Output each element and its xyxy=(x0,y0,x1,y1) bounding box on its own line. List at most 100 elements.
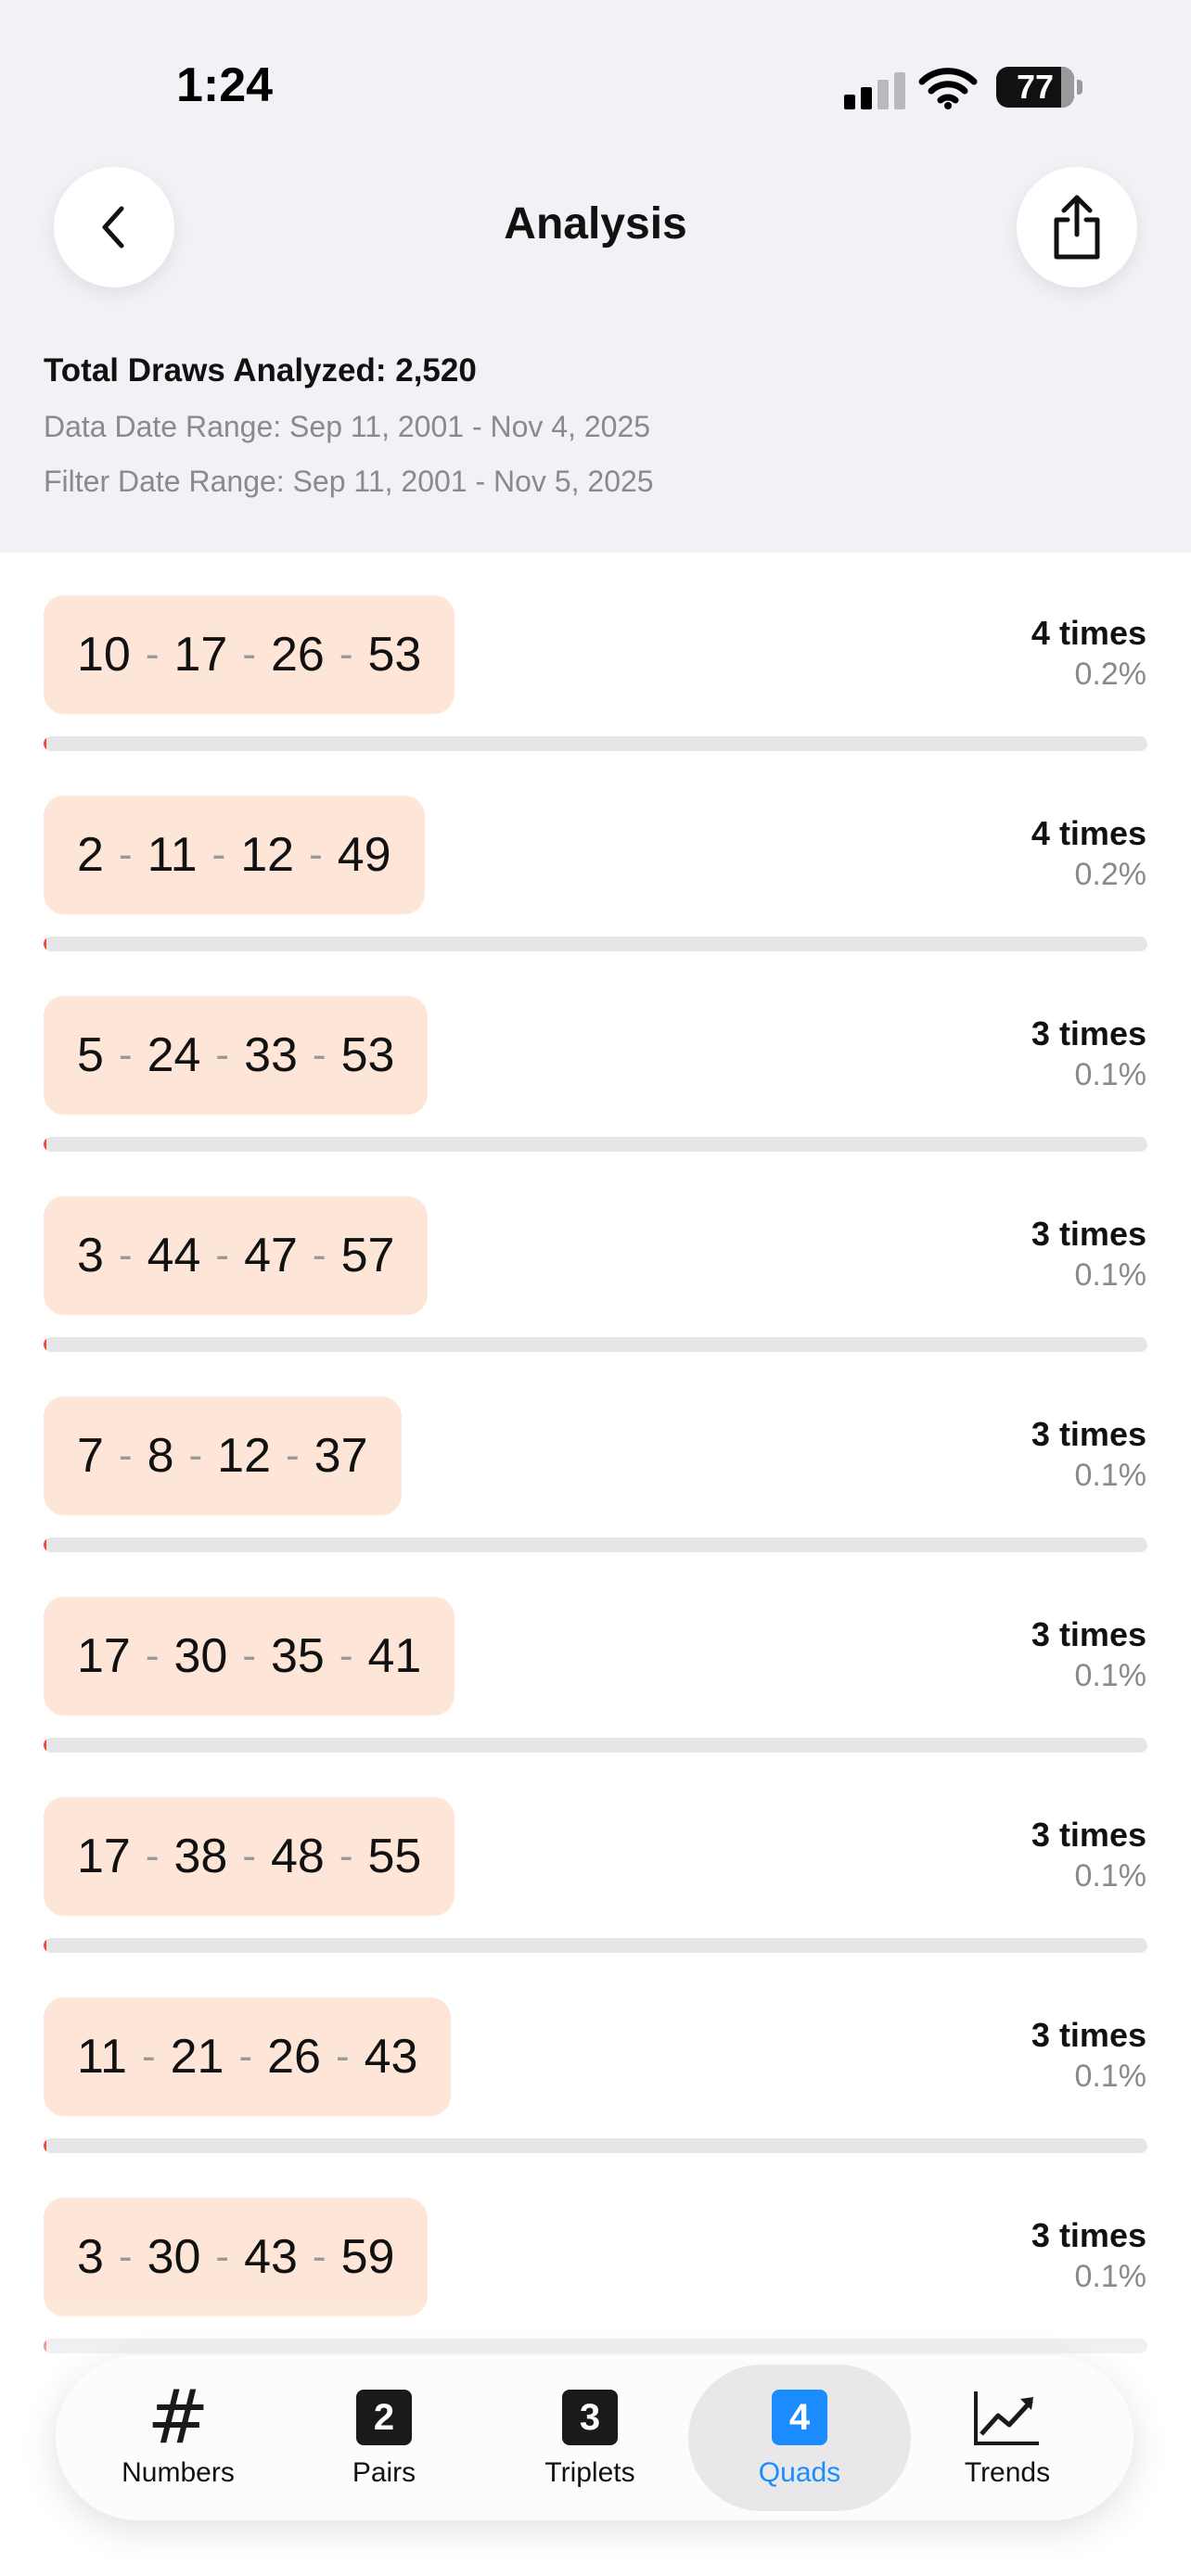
frequency-bar-fill xyxy=(44,1137,46,1152)
number-separator: - xyxy=(238,2034,253,2079)
quad-number: 21 xyxy=(170,2030,224,2084)
quad-number: 7 xyxy=(77,1429,104,1483)
occurrence-count: 4 times xyxy=(1031,614,1146,652)
number-separator: - xyxy=(339,1633,353,1678)
quad-number: 57 xyxy=(340,1229,395,1282)
quad-row[interactable]: 3-30-43-59 3 times 0.1% xyxy=(0,2155,1191,2355)
quad-number: 33 xyxy=(244,1028,298,1082)
share-icon xyxy=(1054,195,1100,260)
tab-trends[interactable]: Trends xyxy=(896,2365,1119,2511)
quad-row[interactable]: 3-44-47-57 3 times 0.1% xyxy=(0,1154,1191,1354)
number-separator: - xyxy=(242,1633,256,1678)
quad-chip: 10-17-26-53 xyxy=(44,595,455,714)
occurrence-count: 3 times xyxy=(1031,2216,1146,2254)
quad-number: 43 xyxy=(364,2030,418,2084)
quad-number: 11 xyxy=(77,2030,127,2084)
number-separator: - xyxy=(118,2234,133,2279)
tab-label: Quads xyxy=(758,2457,841,2488)
occurrence-percent: 0.1% xyxy=(1074,2259,1147,2294)
quad-row[interactable]: 10-17-26-53 4 times 0.2% xyxy=(0,553,1191,753)
quad-row[interactable]: 17-30-35-41 3 times 0.1% xyxy=(0,1554,1191,1754)
quad-row[interactable]: 7-8-12-37 3 times 0.1% xyxy=(0,1354,1191,1554)
occurrence-percent: 0.1% xyxy=(1074,1257,1147,1293)
occurrence-percent: 0.1% xyxy=(1074,1658,1147,1693)
quad-number: 3 xyxy=(77,1229,104,1282)
quad-number: 47 xyxy=(244,1229,298,1282)
quad-number: 26 xyxy=(267,2030,321,2084)
tab-triplets[interactable]: 3 Triplets xyxy=(479,2365,701,2511)
quad-row[interactable]: 5-24-33-53 3 times 0.1% xyxy=(0,953,1191,1154)
quad-number: 53 xyxy=(340,1028,395,1082)
occurrence-count: 3 times xyxy=(1031,1014,1146,1052)
occurrence-count: 3 times xyxy=(1031,2016,1146,2054)
battery-icon: 77 xyxy=(996,67,1082,108)
quad-number: 3 xyxy=(77,2230,104,2284)
frequency-bar-fill xyxy=(44,1738,46,1753)
occurrence-percent: 0.1% xyxy=(1074,1858,1147,1894)
quad-number: 26 xyxy=(271,628,325,682)
status-bar: 1:24 77 xyxy=(0,0,1191,176)
quad-number: 2 xyxy=(77,828,104,882)
occurrence-percent: 0.2% xyxy=(1074,857,1147,892)
frequency-bar-fill xyxy=(44,1938,46,1953)
number-separator: - xyxy=(215,1032,230,1078)
number-separator: - xyxy=(335,2034,350,2079)
wifi-icon xyxy=(918,68,978,109)
quad-number: 24 xyxy=(147,1028,201,1082)
occurrence-count: 3 times xyxy=(1031,1615,1146,1653)
occurrence-count: 3 times xyxy=(1031,1816,1146,1854)
quad-chip: 17-38-48-55 xyxy=(44,1797,455,1916)
number-separator: - xyxy=(118,832,133,877)
frequency-bar xyxy=(44,736,1147,751)
tab-numbers[interactable]: # Numbers xyxy=(67,2365,289,2511)
number-separator: - xyxy=(141,2034,156,2079)
quad-number: 17 xyxy=(173,628,228,682)
tab-pairs[interactable]: 2 Pairs xyxy=(273,2365,495,2511)
battery-level: 77 xyxy=(1016,68,1055,106)
cellular-signal-icon xyxy=(844,72,905,109)
quad-chip: 11-21-26-43 xyxy=(44,1997,452,2116)
header-area: 1:24 77 Analysis Total Draws Analyzed: 2… xyxy=(0,0,1191,553)
frequency-bar xyxy=(44,2339,1147,2353)
data-date-range: Data Date Range: Sep 11, 2001 - Nov 4, 2… xyxy=(44,410,651,443)
quads-icon: 4 xyxy=(772,2390,827,2445)
share-button[interactable] xyxy=(1017,167,1137,287)
trend-chart-icon xyxy=(974,2391,1039,2445)
number-separator: - xyxy=(312,1032,327,1078)
quad-number: 12 xyxy=(217,1429,271,1483)
filter-date-range: Filter Date Range: Sep 11, 2001 - Nov 5,… xyxy=(44,465,654,498)
frequency-bar xyxy=(44,2138,1147,2153)
quad-number: 5 xyxy=(77,1028,104,1082)
occurrence-percent: 0.1% xyxy=(1074,2059,1147,2094)
quad-row[interactable]: 2-11-12-49 4 times 0.2% xyxy=(0,753,1191,953)
frequency-bar-fill xyxy=(44,2339,46,2353)
quad-number: 30 xyxy=(147,2230,201,2284)
occurrence-count: 4 times xyxy=(1031,814,1146,852)
quad-number: 55 xyxy=(367,1830,422,1883)
frequency-bar xyxy=(44,1337,1147,1352)
page-title: Analysis xyxy=(504,199,687,249)
quad-number: 53 xyxy=(367,628,422,682)
frequency-bar xyxy=(44,1938,1147,1953)
number-separator: - xyxy=(242,631,256,677)
quads-list[interactable]: 10-17-26-53 4 times 0.2% 2-11-12-49 4 times 0… xyxy=(0,553,1191,2355)
tab-label: Triplets xyxy=(544,2457,635,2488)
quad-number: 37 xyxy=(314,1429,368,1483)
occurrence-count: 3 times xyxy=(1031,1415,1146,1453)
tab-label: Numbers xyxy=(122,2457,235,2488)
quad-row[interactable]: 17-38-48-55 3 times 0.1% xyxy=(0,1754,1191,1955)
number-separator: - xyxy=(309,832,323,877)
frequency-bar xyxy=(44,1738,1147,1753)
frequency-bar xyxy=(44,1537,1147,1552)
quad-number: 17 xyxy=(77,1830,131,1883)
occurrence-percent: 0.1% xyxy=(1074,1057,1147,1092)
occurrence-count: 3 times xyxy=(1031,1215,1146,1253)
tab-quads[interactable]: 4 Quads xyxy=(688,2365,911,2511)
quad-chip: 3-30-43-59 xyxy=(44,2198,429,2316)
number-separator: - xyxy=(188,1433,203,1478)
number-separator: - xyxy=(145,631,160,677)
quad-row[interactable]: 11-21-26-43 3 times 0.1% xyxy=(0,1955,1191,2155)
number-separator: - xyxy=(242,1833,256,1879)
status-time: 1:24 xyxy=(176,58,274,112)
pairs-icon: 2 xyxy=(356,2390,412,2445)
